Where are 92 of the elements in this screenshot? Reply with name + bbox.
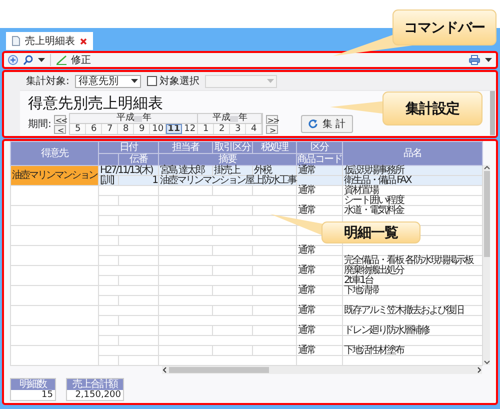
table-cell: 廃棄物搬出処分 bbox=[342, 266, 482, 276]
close-icon[interactable] bbox=[80, 38, 87, 44]
chevron-right-icon[interactable] bbox=[477, 367, 482, 373]
column-header: 日付 bbox=[98, 142, 158, 154]
month-button[interactable]: 7 bbox=[102, 124, 118, 134]
table-cell: シート囲い程度 bbox=[342, 196, 482, 206]
table-cell: 下地清掃 bbox=[342, 286, 482, 296]
table-cell: 衛生品・備品 FAX bbox=[342, 176, 482, 186]
table-cell: 完全備品・看板 各防水現場掲示板 bbox=[342, 256, 482, 266]
scrollbar[interactable] bbox=[490, 91, 495, 136]
table-cell: 油壺マリンマンション bbox=[10, 166, 98, 186]
caret-icon bbox=[267, 79, 274, 83]
previous-button[interactable]: < bbox=[54, 124, 66, 134]
document-icon bbox=[12, 36, 20, 46]
month-button[interactable]: 4 bbox=[246, 124, 262, 134]
table-cell: ドレン廻り防水層補修 bbox=[342, 326, 482, 336]
edit-button[interactable]: 修正 bbox=[56, 53, 91, 67]
chevron-down-icon[interactable] bbox=[484, 360, 490, 365]
printer-icon[interactable] bbox=[469, 55, 480, 65]
table-cell: 通常 bbox=[296, 346, 342, 356]
month-button[interactable]: 9 bbox=[134, 124, 150, 134]
column-header: 税処理 bbox=[252, 142, 296, 154]
month-button[interactable]: 12 bbox=[182, 124, 198, 134]
table-cell: 資材置場 bbox=[342, 186, 482, 196]
column-header: 取引区分 bbox=[212, 142, 252, 154]
year-label: 年 bbox=[238, 114, 248, 123]
column-header: 担当者 bbox=[158, 142, 212, 154]
blurred-text bbox=[134, 116, 142, 122]
table-cell: 通常 bbox=[296, 306, 342, 316]
pencil-icon bbox=[56, 55, 67, 65]
field-label: 期間: bbox=[28, 118, 52, 131]
chevron-left-icon[interactable] bbox=[162, 367, 167, 373]
caret-icon bbox=[131, 79, 138, 83]
table-cell: 仮設現場事務所 bbox=[342, 166, 482, 176]
column-header: 商品コード bbox=[296, 154, 342, 166]
field-label: 集計対象: bbox=[26, 74, 70, 88]
table-cell: 通常 bbox=[296, 206, 342, 216]
column-header: 得意先 bbox=[10, 142, 98, 166]
checkbox-label: 対象選択 bbox=[159, 74, 200, 88]
caret-icon[interactable] bbox=[485, 58, 492, 62]
add-icon[interactable] bbox=[8, 55, 18, 65]
scrollbar[interactable] bbox=[162, 366, 482, 374]
era-label: 平成 bbox=[116, 114, 134, 123]
month-button[interactable]: 2 bbox=[214, 124, 230, 134]
table-cell: 通常 bbox=[296, 186, 342, 196]
report-title: 得意先別売上明細表 bbox=[28, 94, 163, 112]
table-cell: 宮島 達太郎 bbox=[158, 166, 212, 176]
caret-icon[interactable] bbox=[38, 58, 45, 62]
scrollbar[interactable] bbox=[483, 165, 490, 365]
table-cell: 既存アルミ笠木撤去および復旧 bbox=[342, 306, 482, 316]
blurred-text bbox=[230, 116, 238, 122]
table-cell: 2t車1台 bbox=[342, 276, 482, 286]
run-button[interactable]: 集 計 bbox=[301, 115, 353, 133]
summary-label: 明細数 bbox=[11, 379, 55, 390]
dropdown[interactable]: 得意先別 bbox=[75, 74, 142, 88]
table-cell: 通常 bbox=[296, 286, 342, 296]
chevron-up-icon[interactable] bbox=[484, 165, 490, 170]
table-cell: [訓] bbox=[98, 176, 118, 186]
tab[interactable]: 売上明細表 bbox=[6, 32, 93, 50]
callout-label: コマンドバー bbox=[404, 18, 485, 36]
month-button[interactable]: 3 bbox=[230, 124, 246, 134]
table-cell: 通常 bbox=[296, 266, 342, 276]
year-label: 年 bbox=[142, 114, 152, 123]
callout-label: 集計設定 bbox=[406, 100, 460, 118]
column-header: 区分 bbox=[296, 142, 342, 154]
summary-value: 2,150,200 bbox=[67, 390, 123, 400]
column-header: 摘要 bbox=[158, 154, 296, 166]
month-button[interactable]: 8 bbox=[118, 124, 134, 134]
last-button[interactable]: >> bbox=[266, 114, 278, 124]
table-cell: 下地活性材塗布 bbox=[342, 346, 482, 356]
month-button[interactable]: 1 bbox=[198, 124, 214, 134]
refresh-icon bbox=[308, 119, 318, 129]
callout-label: 明細一覧 bbox=[344, 224, 398, 242]
month-button[interactable]: 5 bbox=[70, 124, 86, 134]
search-icon[interactable] bbox=[23, 55, 33, 65]
month-button[interactable]: 6 bbox=[86, 124, 102, 134]
summary-label: 売上合計額 bbox=[67, 379, 123, 390]
era-label: 平成 bbox=[212, 114, 230, 123]
table-cell: 通常 bbox=[296, 166, 342, 176]
first-button[interactable]: << bbox=[54, 114, 66, 124]
summary-value: 15 bbox=[11, 390, 55, 400]
table-cell: 通常 bbox=[296, 246, 342, 256]
table-cell: 水道・電気料金 bbox=[342, 206, 482, 216]
month-button[interactable]: 10 bbox=[150, 124, 166, 134]
table-cell: 外税 bbox=[252, 166, 296, 176]
table-cell: 油壺マリンマンション屋上防水工事 bbox=[158, 176, 296, 186]
next-button[interactable]: > bbox=[266, 124, 278, 134]
column-header: 品名 bbox=[342, 142, 482, 166]
column-header: 伝番 bbox=[118, 154, 158, 166]
checkbox[interactable] bbox=[147, 76, 158, 86]
table-cell: 通常 bbox=[296, 326, 342, 336]
table-cell: H27/11/13(木) bbox=[98, 166, 158, 176]
